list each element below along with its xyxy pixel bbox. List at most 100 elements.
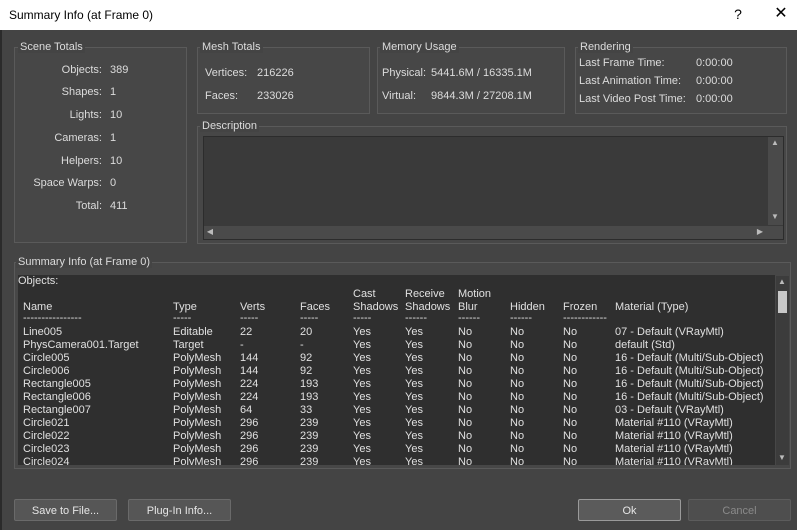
table-cell: Target: [173, 339, 204, 351]
scroll-left-icon[interactable]: ◀: [204, 226, 216, 238]
table-cell: No: [458, 339, 473, 351]
table-cell: Yes: [405, 365, 423, 377]
description-textarea[interactable]: [203, 136, 784, 240]
table-cell: 16 - Default (Multi/Sub-Object): [615, 391, 764, 403]
virtual-label: Virtual:: [382, 90, 417, 102]
table-cell: Yes: [353, 391, 371, 403]
summary-table[interactable]: Objects: Name ---------------- Type ----- Ve…: [18, 275, 775, 465]
table-cell: Circle024: [23, 456, 70, 465]
column-header: ----------------: [23, 312, 82, 324]
column-header: ------: [458, 312, 480, 324]
column-header: Receive: [405, 288, 445, 300]
table-cell: No: [510, 365, 525, 377]
scene-totals-title: Scene Totals: [18, 41, 85, 53]
summary-scroll-thumb[interactable]: [778, 291, 787, 313]
table-cell: PolyMesh: [173, 456, 222, 465]
save-to-file-button[interactable]: Save to File...: [14, 499, 117, 521]
faces-label: Faces:: [205, 90, 239, 102]
description-hscrollbar[interactable]: ◀ ▶: [204, 226, 783, 239]
table-cell: No: [458, 417, 473, 429]
vertices-label: Vertices:: [205, 67, 248, 79]
table-cell: No: [563, 378, 578, 390]
table-cell: No: [563, 326, 578, 338]
table-cell: 239: [300, 417, 319, 429]
virtual-value: 9844.3M / 27208.1M: [431, 90, 532, 102]
scroll-right-icon[interactable]: ▶: [754, 226, 766, 238]
table-cell: Circle022: [23, 430, 70, 442]
table-cell: No: [563, 352, 578, 364]
table-cell: Yes: [353, 352, 371, 364]
scene-totals-value: 0: [110, 177, 117, 189]
table-cell: Yes: [405, 326, 423, 338]
table-cell: Yes: [353, 378, 371, 390]
table-cell: No: [510, 378, 525, 390]
summary-scroll-up-icon[interactable]: ▲: [776, 276, 788, 288]
table-cell: No: [458, 430, 473, 442]
last-frame-time-value: 0:00:00: [696, 57, 733, 69]
close-icon[interactable]: ✕: [770, 4, 792, 24]
table-cell: No: [458, 456, 473, 465]
table-cell: 07 - Default (VRayMtl): [615, 326, 724, 338]
table-cell: No: [458, 443, 473, 455]
help-icon[interactable]: ?: [728, 4, 748, 24]
description-scrollbar[interactable]: ▲ ▼: [768, 137, 783, 225]
table-cell: -: [300, 339, 304, 351]
table-cell: 193: [300, 378, 319, 390]
table-cell: 224: [240, 391, 259, 403]
table-cell: Yes: [405, 391, 423, 403]
scroll-up-icon[interactable]: ▲: [769, 137, 781, 149]
table-cell: 03 - Default (VRayMtl): [615, 404, 724, 416]
table-cell: Yes: [353, 365, 371, 377]
last-animation-time-value: 0:00:00: [696, 75, 733, 87]
window-edge: [0, 30, 2, 530]
table-cell: Yes: [353, 417, 371, 429]
table-cell: Yes: [353, 339, 371, 351]
table-cell: No: [510, 443, 525, 455]
table-cell: Yes: [405, 443, 423, 455]
table-cell: Yes: [353, 404, 371, 416]
table-cell: Yes: [353, 443, 371, 455]
vertices-value: 216226: [257, 67, 294, 79]
column-header: Motion: [458, 288, 492, 300]
table-cell: Material #110 (VRayMtl): [615, 443, 733, 455]
faces-value: 233026: [257, 90, 294, 102]
description-title: Description: [200, 120, 260, 132]
table-cell: Yes: [405, 430, 423, 442]
column-header: -----: [300, 312, 319, 324]
table-cell: PolyMesh: [173, 404, 222, 416]
title-bar: Summary Info (at Frame 0) ? ✕: [0, 0, 797, 30]
cancel-button[interactable]: Cancel: [688, 499, 791, 521]
table-cell: Material #110 (VRayMtl): [615, 417, 733, 429]
table-cell: Line005: [23, 326, 63, 338]
scene-totals-value: 389: [110, 64, 129, 76]
table-cell: Yes: [405, 417, 423, 429]
table-cell: PolyMesh: [173, 443, 222, 455]
table-cell: PolyMesh: [173, 391, 222, 403]
table-cell: 22: [240, 326, 253, 338]
table-cell: No: [458, 391, 473, 403]
table-cell: 92: [300, 365, 313, 377]
summary-scrollbar[interactable]: ▲ ▼: [776, 276, 789, 465]
summary-scroll-down-icon[interactable]: ▼: [776, 452, 788, 464]
scene-totals-value: 411: [110, 200, 128, 212]
table-cell: -: [240, 339, 244, 351]
table-cell: No: [510, 326, 525, 338]
ok-button[interactable]: Ok: [578, 499, 681, 521]
table-cell: Yes: [405, 339, 423, 351]
table-cell: No: [563, 417, 578, 429]
table-cell: 296: [240, 456, 259, 465]
plugin-info-button[interactable]: Plug-In Info...: [128, 499, 231, 521]
table-cell: 296: [240, 430, 259, 442]
scroll-down-icon[interactable]: ▼: [769, 211, 781, 223]
table-cell: 296: [240, 443, 259, 455]
table-cell: Rectangle006: [23, 391, 91, 403]
scene-totals-value: 10: [110, 155, 123, 167]
table-cell: PolyMesh: [173, 417, 222, 429]
column-header: ------------: [563, 312, 607, 324]
table-cell: Yes: [353, 456, 371, 465]
summary-title: Summary Info (at Frame 0): [16, 256, 153, 268]
table-cell: Yes: [405, 404, 423, 416]
table-cell: Circle005: [23, 352, 70, 364]
physical-label: Physical:: [382, 67, 427, 79]
table-cell: No: [510, 417, 525, 429]
